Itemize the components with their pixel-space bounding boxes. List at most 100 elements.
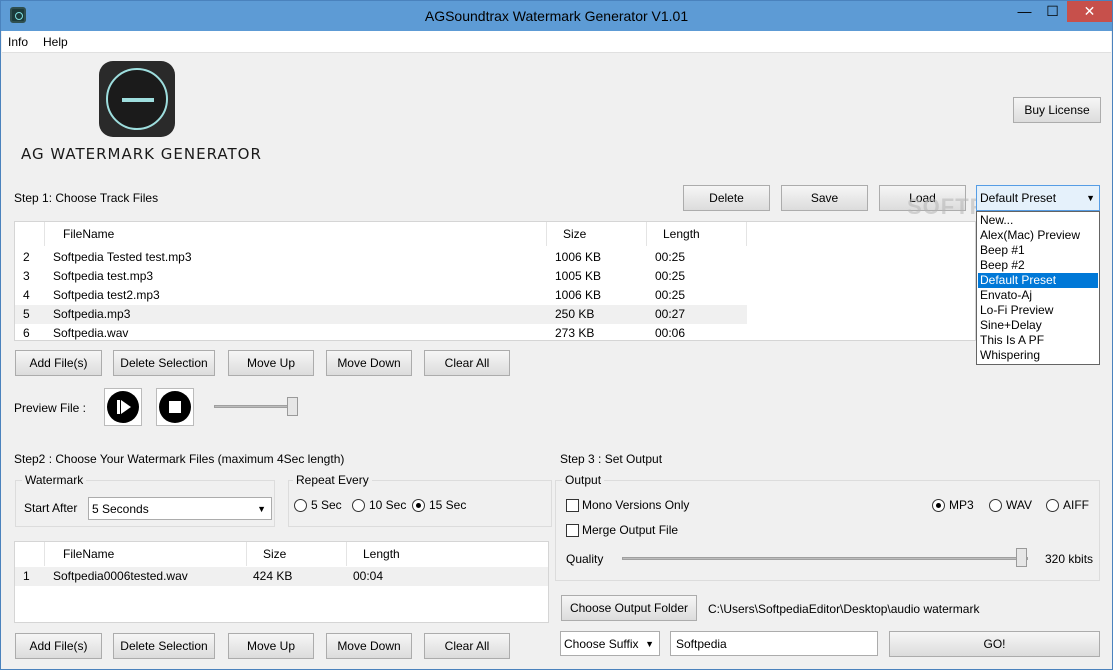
preset-option[interactable]: Alex(Mac) Preview <box>978 228 1098 243</box>
watermark-groupbox: Watermark Start After 5 Seconds ▼ <box>15 473 275 527</box>
col-size[interactable]: Size <box>547 222 647 246</box>
preset-option[interactable]: Envato-Aj <box>978 288 1098 303</box>
repeat-every-groupbox: Repeat Every 5 Sec 10 Sec 15 Sec <box>288 473 552 527</box>
col-filename[interactable]: FileName <box>45 222 547 246</box>
col-filename[interactable]: FileName <box>45 542 247 566</box>
save-preset-button[interactable]: Save <box>781 185 868 211</box>
preview-volume-thumb[interactable] <box>287 397 298 416</box>
title-bar: AGSoundtrax Watermark Generator V1.01 — … <box>1 1 1112 31</box>
watermark-move-up-button[interactable]: Move Up <box>228 633 314 659</box>
preset-option[interactable]: Whispering <box>978 348 1098 363</box>
col-index <box>15 222 45 246</box>
suffix-input[interactable] <box>670 631 878 656</box>
menu-help[interactable]: Help <box>43 35 68 49</box>
format-aiff-label: AIFF <box>1063 498 1089 512</box>
table-row[interactable]: 3 Softpedia test.mp3 1005 KB 00:25 <box>15 267 975 286</box>
delete-preset-button[interactable]: Delete <box>683 185 770 211</box>
format-mp3-radio[interactable] <box>932 499 945 512</box>
format-wav-radio[interactable] <box>989 499 1002 512</box>
row-size: 1006 KB <box>555 250 602 264</box>
table-row[interactable]: 2 Softpedia Tested test.mp3 1006 KB 00:2… <box>15 248 975 267</box>
add-track-files-button[interactable]: Add File(s) <box>15 350 102 376</box>
choose-suffix-select[interactable]: Choose Suffix ▼ <box>560 631 660 656</box>
track-table[interactable]: FileName Size Length 2 Softpedia Tested … <box>14 221 976 341</box>
logo-icon <box>99 61 175 137</box>
chevron-down-icon: ▼ <box>645 639 654 649</box>
watermark-group-label: Watermark <box>22 473 87 487</box>
table-row[interactable]: 6 Softpedia.wav 273 KB 00:06 <box>15 324 975 343</box>
preset-option[interactable]: Beep #1 <box>978 243 1098 258</box>
watermark-clear-all-button[interactable]: Clear All <box>424 633 510 659</box>
track-move-up-button[interactable]: Move Up <box>228 350 314 376</box>
menu-info[interactable]: Info <box>8 35 28 49</box>
format-mp3-label: MP3 <box>949 498 974 512</box>
col-length[interactable]: Length <box>647 222 747 246</box>
mono-versions-label: Mono Versions Only <box>582 498 690 512</box>
mono-versions-checkbox[interactable] <box>566 499 579 512</box>
table-row-selected[interactable]: 5 Softpedia.mp3 250 KB 00:27 <box>15 305 747 324</box>
col-size[interactable]: Size <box>247 542 347 566</box>
table-row[interactable]: 4 Softpedia test2.mp3 1006 KB 00:25 <box>15 286 975 305</box>
row-size: 424 KB <box>253 569 293 583</box>
row-length: 00:06 <box>655 326 686 340</box>
logo-text: AG WATERMARK GENERATOR <box>21 145 262 163</box>
repeat-5sec-label: 5 Sec <box>311 498 342 512</box>
repeat-5sec-radio[interactable] <box>294 499 307 512</box>
preset-option[interactable]: Sine+Delay <box>978 318 1098 333</box>
play-button[interactable] <box>104 388 142 426</box>
preset-select[interactable]: Default Preset ▼ <box>976 185 1100 211</box>
delete-watermark-selection-button[interactable]: Delete Selection <box>113 633 215 659</box>
minimize-button[interactable]: — <box>1011 1 1038 22</box>
row-length: 00:04 <box>353 569 384 583</box>
merge-output-checkbox[interactable] <box>566 524 579 537</box>
delete-track-selection-button[interactable]: Delete Selection <box>113 350 215 376</box>
watermark-table[interactable]: FileName Size Length 1 Softpedia0006test… <box>14 541 549 623</box>
choose-output-folder-button[interactable]: Choose Output Folder <box>561 595 697 621</box>
row-size: 250 KB <box>555 307 595 321</box>
row-size: 1006 KB <box>555 288 602 302</box>
preset-options-list[interactable]: New... Alex(Mac) Preview Beep #1 Beep #2… <box>976 211 1100 365</box>
repeat-every-label: Repeat Every <box>293 473 372 487</box>
preset-option[interactable]: This Is A PF <box>978 333 1098 348</box>
row-length: 00:25 <box>655 250 686 264</box>
track-move-down-button[interactable]: Move Down <box>326 350 412 376</box>
stop-button[interactable] <box>156 388 194 426</box>
row-size: 1005 KB <box>555 269 602 283</box>
preset-option-highlighted[interactable]: Default Preset <box>978 273 1098 288</box>
col-index <box>15 542 45 566</box>
preset-option[interactable]: Lo-Fi Preview <box>978 303 1098 318</box>
chevron-down-icon: ▼ <box>257 504 266 514</box>
repeat-15sec-label: 15 Sec <box>429 498 467 512</box>
col-length[interactable]: Length <box>347 542 548 566</box>
go-button[interactable]: GO! <box>889 631 1100 657</box>
output-path: C:\Users\SoftpediaEditor\Desktop\audio w… <box>708 602 980 616</box>
watermark-move-down-button[interactable]: Move Down <box>326 633 412 659</box>
preset-option[interactable]: Beep #2 <box>978 258 1098 273</box>
quality-slider[interactable] <box>622 557 1028 560</box>
waveform-icon <box>122 98 154 102</box>
close-button[interactable]: ✕ <box>1067 1 1112 22</box>
row-index: 2 <box>23 250 30 264</box>
stop-icon <box>159 391 191 423</box>
buy-license-button[interactable]: Buy License <box>1013 97 1101 123</box>
table-row-selected[interactable]: 1 Softpedia0006tested.wav 424 KB 00:04 <box>15 567 548 586</box>
repeat-10sec-radio[interactable] <box>352 499 365 512</box>
window-title: AGSoundtrax Watermark Generator V1.01 <box>424 8 689 24</box>
start-after-select[interactable]: 5 Seconds ▼ <box>88 497 272 520</box>
maximize-button[interactable]: ☐ <box>1039 1 1066 22</box>
preview-volume-slider[interactable] <box>214 405 296 408</box>
row-index: 3 <box>23 269 30 283</box>
row-index: 6 <box>23 326 30 340</box>
track-clear-all-button[interactable]: Clear All <box>424 350 510 376</box>
preset-select-value: Default Preset <box>980 191 1057 205</box>
format-wav-label: WAV <box>1006 498 1032 512</box>
add-watermark-files-button[interactable]: Add File(s) <box>15 633 102 659</box>
preset-option[interactable]: New... <box>978 213 1098 228</box>
preview-file-label: Preview File : <box>14 401 87 415</box>
choose-suffix-label: Choose Suffix <box>564 637 639 651</box>
repeat-15sec-radio[interactable] <box>412 499 425 512</box>
row-filename: Softpedia0006tested.wav <box>53 569 188 583</box>
row-filename: Softpedia.wav <box>53 326 129 340</box>
quality-slider-thumb[interactable] <box>1016 548 1027 567</box>
format-aiff-radio[interactable] <box>1046 499 1059 512</box>
